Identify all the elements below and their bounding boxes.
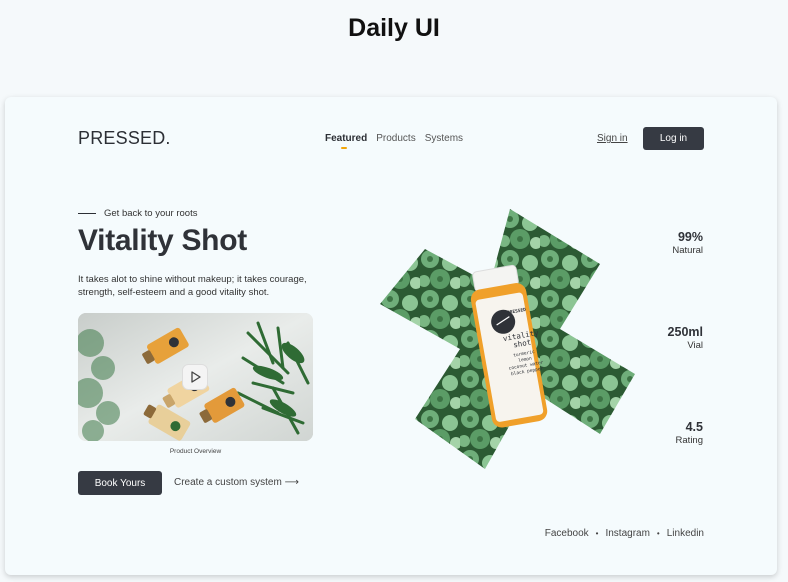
play-icon[interactable] <box>182 364 208 390</box>
book-yours-button[interactable]: Book Yours <box>78 471 162 495</box>
stat-label: Rating <box>675 435 703 446</box>
instagram-link[interactable]: Instagram <box>605 528 649 539</box>
active-nav-indicator <box>341 147 347 149</box>
hero-title: Vitality Shot <box>78 224 247 257</box>
hero-tagline: Get back to your roots <box>78 208 197 219</box>
video-caption: Product Overview <box>169 448 222 455</box>
social-links: Facebook • Instagram • Linkedin <box>545 528 704 539</box>
tagline-dash <box>78 212 96 215</box>
linkedin-link[interactable]: Linkedin <box>667 528 704 539</box>
brand-logo[interactable]: PRESSED. <box>78 128 171 149</box>
sign-in-link[interactable]: Sign in <box>597 133 628 144</box>
log-in-button[interactable]: Log in <box>643 127 704 150</box>
landing-card: PRESSED. Featured Products Systems Sign … <box>5 97 777 575</box>
stat-label: Vial <box>687 340 703 351</box>
stat-value: 4.5 <box>685 420 703 434</box>
hero-description: It takes alot to shine without makeup; i… <box>78 274 307 298</box>
create-custom-system-link[interactable]: Create a custom system ⟶ <box>174 477 299 488</box>
nav-item-products[interactable]: Products <box>376 133 415 144</box>
nav-item-featured[interactable]: Featured <box>325 133 367 144</box>
stat-natural: 99% Natural <box>623 230 703 256</box>
separator-dot: • <box>595 529 599 538</box>
nav-item-systems[interactable]: Systems <box>425 133 463 144</box>
separator-dot: • <box>656 529 660 538</box>
stat-vial: 250ml Vial <box>623 325 703 351</box>
stat-rating: 4.5 Rating <box>623 420 703 446</box>
tagline-text: Get back to your roots <box>104 208 198 219</box>
page-title: Daily UI <box>348 14 440 42</box>
product-video-thumbnail[interactable] <box>78 313 313 441</box>
stat-label: Natural <box>672 245 703 256</box>
stat-value: 250ml <box>667 325 703 339</box>
stat-value: 99% <box>677 230 703 244</box>
facebook-link[interactable]: Facebook <box>545 528 589 539</box>
main-nav: Featured Products Systems <box>325 133 463 149</box>
